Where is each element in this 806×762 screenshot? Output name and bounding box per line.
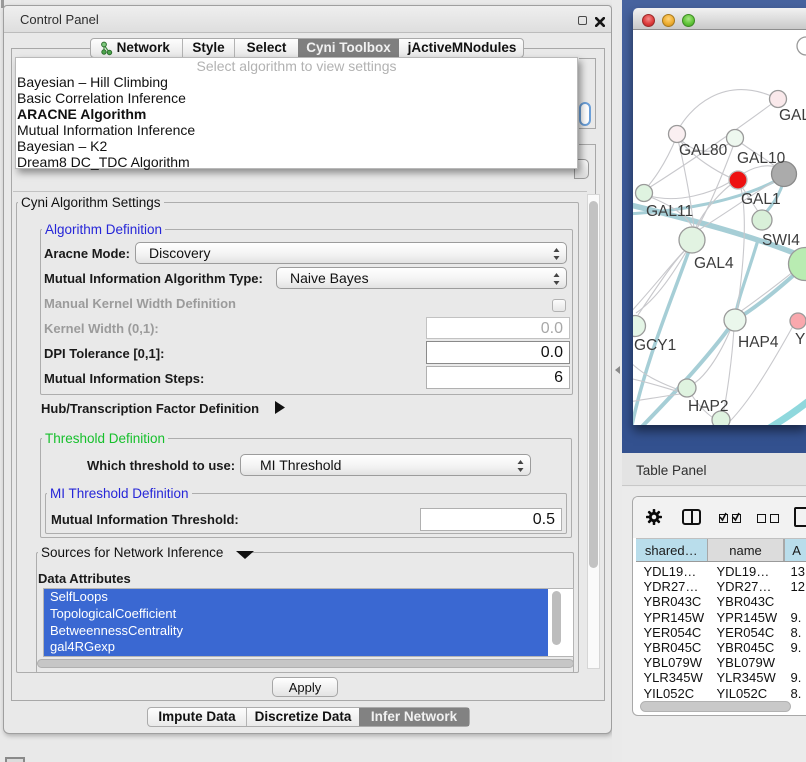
svg-text:GAL: GAL (779, 107, 806, 124)
svg-text:Y: Y (795, 331, 805, 348)
svg-text:GAL11: GAL11 (646, 203, 693, 220)
svg-text:GAL10: GAL10 (737, 150, 786, 167)
svg-text:HAP4: HAP4 (738, 334, 779, 351)
svg-text:SWI4: SWI4 (762, 232, 800, 249)
svg-text:GAL80: GAL80 (679, 142, 728, 159)
svg-text:HAP2: HAP2 (688, 398, 729, 415)
svg-text:GCY1: GCY1 (634, 337, 676, 354)
svg-text:GAL4: GAL4 (694, 255, 734, 272)
svg-text:GAL1: GAL1 (741, 191, 781, 208)
